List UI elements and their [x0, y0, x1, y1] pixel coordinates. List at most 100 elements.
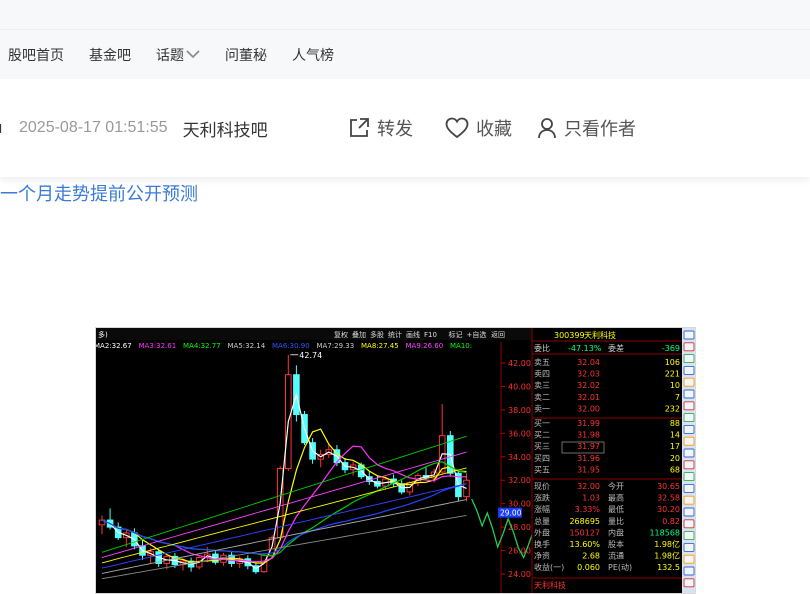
weibi-label: 委比	[534, 343, 550, 353]
orderbook-label: 卖一	[534, 404, 550, 413]
orderbook-volume: 14	[670, 431, 680, 440]
price-axis-label: 24.00	[508, 570, 531, 579]
ma-band-line	[101, 435, 467, 553]
chart-menu-item: 多股	[370, 330, 384, 339]
orderbook-volume: 10	[670, 381, 680, 390]
orderbook-price: 31.97	[577, 442, 600, 451]
panel-footer-name: 天利科技	[534, 580, 566, 590]
stat-label: 最高	[608, 493, 624, 503]
orderbook-price: 31.98	[577, 431, 600, 440]
post-date: 2025-08-17 01:51:55	[19, 119, 168, 136]
high-marker-label: 42.74	[299, 351, 322, 360]
chart-menu-item: F10	[424, 331, 437, 339]
stat-label: 外盘	[534, 527, 550, 537]
stat-value: 30.20	[657, 505, 680, 514]
ma-legend-item: MA4:32.77	[183, 342, 221, 350]
share-icon	[350, 118, 369, 137]
stat-label: 涨跌	[534, 493, 550, 503]
orderbook-price: 31.99	[577, 419, 600, 428]
stock-bar-link[interactable]: 天利科技吧	[183, 116, 268, 141]
toolbar-tool-icon	[683, 401, 695, 411]
orderbook-price: 31.95	[577, 465, 600, 474]
ma-legend-item: MA9:26.60	[406, 342, 444, 350]
nav-fund-bar[interactable]: 基金吧	[89, 45, 131, 65]
nav-topics[interactable]: 话题	[156, 45, 200, 65]
ma-legend-item: MA8:27.45	[361, 342, 399, 350]
user-icon	[538, 118, 556, 139]
stat-value: 32.00	[577, 482, 600, 491]
weidiff-label: 委差	[608, 343, 624, 353]
stat-label: 收益(一)	[534, 562, 564, 572]
price-axis-label: 36.00	[508, 429, 531, 438]
stat-label: 换手	[534, 539, 550, 549]
orderbook-volume: 106	[665, 358, 680, 367]
chart-menu-item: 返回	[491, 331, 505, 339]
stat-value: 1.03	[582, 494, 600, 503]
toolbar-tool-icon	[683, 519, 695, 529]
stat-label: 净资	[534, 551, 550, 561]
stat-value: 32.58	[657, 494, 680, 503]
price-axis-label: 40.00	[508, 382, 531, 391]
stat-label: 总量	[534, 516, 550, 526]
toolbar-tool-icon	[683, 377, 695, 387]
toolbar-tool-icon	[683, 365, 695, 375]
nav-ask-secretary[interactable]: 问董秘	[225, 45, 267, 65]
post-info-bar: ı 2025-08-17 01:51:55 天利科技吧 转发 收藏 只看作者	[0, 79, 810, 177]
stat-value: 268695	[569, 517, 600, 526]
toolbar-tool-icon	[683, 554, 695, 564]
toolbar-tool-icon	[683, 448, 695, 458]
ma-legend-item: MA6:30.90	[272, 342, 310, 350]
chart-menu-item: +自选	[467, 330, 487, 339]
toolbar-tool-icon	[683, 354, 695, 364]
stat-label: PE(动)	[608, 562, 632, 572]
nav-topics-label: 话题	[156, 46, 184, 63]
price-axis-label: 38.00	[508, 406, 531, 415]
favorite-label: 收藏	[476, 119, 512, 139]
orderbook-label: 买一	[534, 419, 550, 428]
stat-label: 流通	[608, 551, 624, 561]
toolbar-tool-icon	[683, 542, 695, 552]
stat-value: 150127	[569, 528, 600, 537]
price-axis-label: 42.00	[508, 359, 531, 368]
nav-popularity[interactable]: 人气榜	[292, 45, 334, 65]
nav-home[interactable]: 股吧首页	[8, 45, 64, 65]
stat-value: 13.60%	[569, 540, 600, 549]
stat-value: 118568	[649, 528, 680, 537]
orderbook-label: 卖五	[534, 358, 550, 367]
orderbook-price: 32.03	[577, 370, 600, 379]
price-axis-label: 32.00	[508, 476, 531, 485]
orderbook-label: 卖二	[534, 393, 550, 402]
stat-value: 2.68	[582, 552, 600, 561]
ma-legend-item: MA3:32.61	[139, 342, 177, 350]
chart-menu-item: 标记	[449, 330, 463, 339]
toolbar-tool-icon	[683, 389, 695, 399]
share-label: 转发	[377, 119, 413, 139]
ma-band-line	[101, 499, 467, 574]
ma-band-line	[101, 514, 467, 580]
current-price-tag: 29.00	[500, 509, 522, 518]
share-button[interactable]: 转发	[348, 115, 413, 141]
post-title-link[interactable]: 一个月走势提前公开预测	[0, 180, 198, 206]
orderbook-label: 买五	[534, 465, 550, 474]
toolbar-tool-icon	[683, 566, 695, 576]
stock-chart-screenshot: 多) 复权 叠加 多股 统计 画线 F10 标记 +自选 返回 MA2:32.67 MA3:32.61…	[95, 327, 696, 594]
chart-menu-item: 统计	[388, 330, 402, 339]
orderbook-volume: 17	[670, 442, 680, 451]
ma-line	[101, 392, 467, 570]
stat-label: 现价	[534, 482, 550, 491]
orderbook-volume: 221	[665, 370, 680, 379]
orderbook-price: 31.96	[577, 454, 600, 463]
favorite-button[interactable]: 收藏	[445, 115, 512, 141]
toolbar-tool-icon	[683, 495, 695, 505]
orderbook-label: 买四	[534, 454, 550, 463]
author-only-button[interactable]: 只看作者	[537, 115, 636, 141]
stat-label: 量比	[608, 516, 624, 526]
author-only-label: 只看作者	[564, 119, 636, 139]
stat-label: 涨幅	[534, 504, 550, 514]
stat-label: 股本	[608, 539, 624, 549]
toolbar-tool-icon	[683, 436, 695, 446]
author-name[interactable]: ı	[0, 118, 10, 138]
orderbook-label: 卖四	[534, 370, 550, 379]
orderbook-price: 32.02	[577, 381, 600, 390]
ma-legend-item: MA5:32.14	[228, 342, 266, 350]
